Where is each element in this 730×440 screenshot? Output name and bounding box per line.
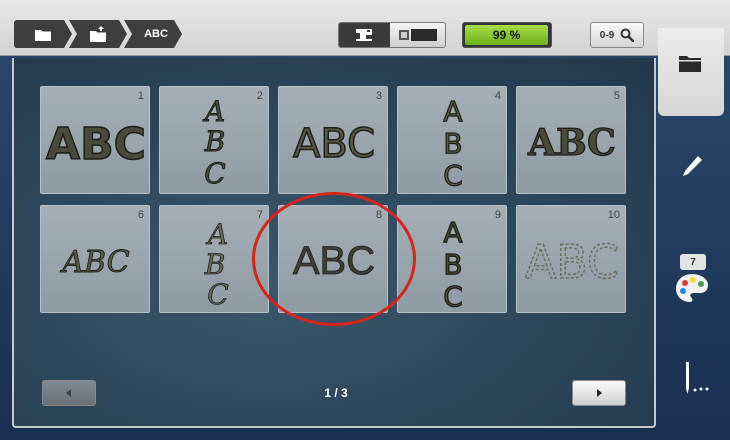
sewing-machine-icon bbox=[355, 29, 372, 41]
font-tile-10[interactable]: 10 ABC bbox=[516, 205, 626, 313]
palette-icon bbox=[676, 274, 708, 302]
font-sample-3: ABC bbox=[292, 120, 376, 168]
font-sample-text: ABC bbox=[293, 121, 375, 167]
sidebar-folder-button[interactable] bbox=[678, 52, 702, 74]
arrow-left-icon bbox=[66, 389, 71, 397]
font-sample-text: ABC bbox=[46, 119, 146, 170]
folder-icon bbox=[679, 56, 701, 72]
svg-text:C: C bbox=[204, 157, 225, 190]
arrow-right-icon bbox=[597, 389, 602, 397]
svg-text:A: A bbox=[443, 95, 462, 128]
font-sample-1: ABC bbox=[45, 118, 146, 171]
font-tile-1[interactable]: 1 ABC bbox=[40, 86, 150, 194]
svg-text:C: C bbox=[207, 278, 228, 311]
folder-icon bbox=[35, 28, 51, 41]
mode-toggle[interactable] bbox=[338, 22, 446, 48]
selection-highlight-circle bbox=[252, 192, 416, 326]
sewing-mode-button[interactable] bbox=[339, 23, 391, 47]
font-sample-2: A B C bbox=[201, 95, 226, 191]
svg-text:B: B bbox=[443, 127, 462, 160]
pencil-icon bbox=[683, 156, 702, 176]
sidebar-stitch-button[interactable] bbox=[680, 362, 710, 396]
embroidery-mode-button[interactable] bbox=[390, 23, 445, 47]
embroidery-frame-icon bbox=[398, 29, 437, 41]
font-tile-6[interactable]: 6 ABC bbox=[40, 205, 150, 313]
previous-page-button[interactable] bbox=[42, 380, 96, 406]
progress-bar: 99 % bbox=[462, 22, 552, 48]
magnifier-icon bbox=[620, 28, 635, 42]
font-tile-3[interactable]: 3 ABC bbox=[278, 86, 388, 194]
font-sample-text: ABC bbox=[527, 122, 616, 164]
folder-upload-icon bbox=[89, 26, 107, 42]
font-sample-text: ABC bbox=[525, 235, 619, 289]
svg-text:A: A bbox=[443, 216, 462, 249]
svg-text:B: B bbox=[443, 248, 462, 281]
font-sample-5: ABC bbox=[527, 121, 617, 164]
font-sample-10: ABC bbox=[524, 234, 620, 290]
svg-text:B: B bbox=[204, 125, 226, 158]
svg-text:C: C bbox=[443, 280, 463, 313]
breadcrumb-label: ABC bbox=[144, 28, 168, 40]
breadcrumb: ABC bbox=[14, 20, 179, 48]
sidebar-edit-button[interactable] bbox=[680, 154, 704, 180]
font-tile-4[interactable]: 4 A B C bbox=[397, 86, 507, 194]
font-tile-2[interactable]: 2 A B C bbox=[159, 86, 269, 194]
svg-text:A: A bbox=[205, 218, 228, 251]
next-page-button[interactable] bbox=[572, 380, 626, 406]
svg-text:B: B bbox=[204, 248, 226, 281]
font-tile-5[interactable]: 5 ABC bbox=[516, 86, 626, 194]
font-sample-6: ABC bbox=[59, 245, 130, 281]
top-bar: ABC 99 % 0-9 bbox=[0, 0, 730, 56]
svg-text:C: C bbox=[443, 159, 463, 192]
breadcrumb-root-folder[interactable] bbox=[14, 20, 72, 48]
color-count-badge: 7 bbox=[680, 254, 706, 270]
sidebar-color-button[interactable] bbox=[674, 272, 710, 304]
svg-text:A: A bbox=[202, 95, 225, 128]
breadcrumb-upload-folder[interactable] bbox=[69, 20, 127, 48]
embroidery-screen: ABC 99 % 0-9 7 1 ABC 2 A B C 3 ABC 4 A B… bbox=[0, 0, 730, 440]
needle-icon bbox=[686, 362, 709, 394]
search-button[interactable]: 0-9 bbox=[590, 22, 644, 48]
progress-fill: 99 % bbox=[465, 25, 549, 45]
progress-label: 99 % bbox=[492, 28, 521, 42]
font-sample-text: ABC bbox=[59, 245, 129, 280]
breadcrumb-abc[interactable]: ABC bbox=[124, 20, 182, 48]
search-range-label: 0-9 bbox=[599, 29, 615, 41]
font-sample-4: A B C bbox=[443, 94, 464, 192]
page-indicator: 1 / 3 bbox=[324, 386, 348, 400]
